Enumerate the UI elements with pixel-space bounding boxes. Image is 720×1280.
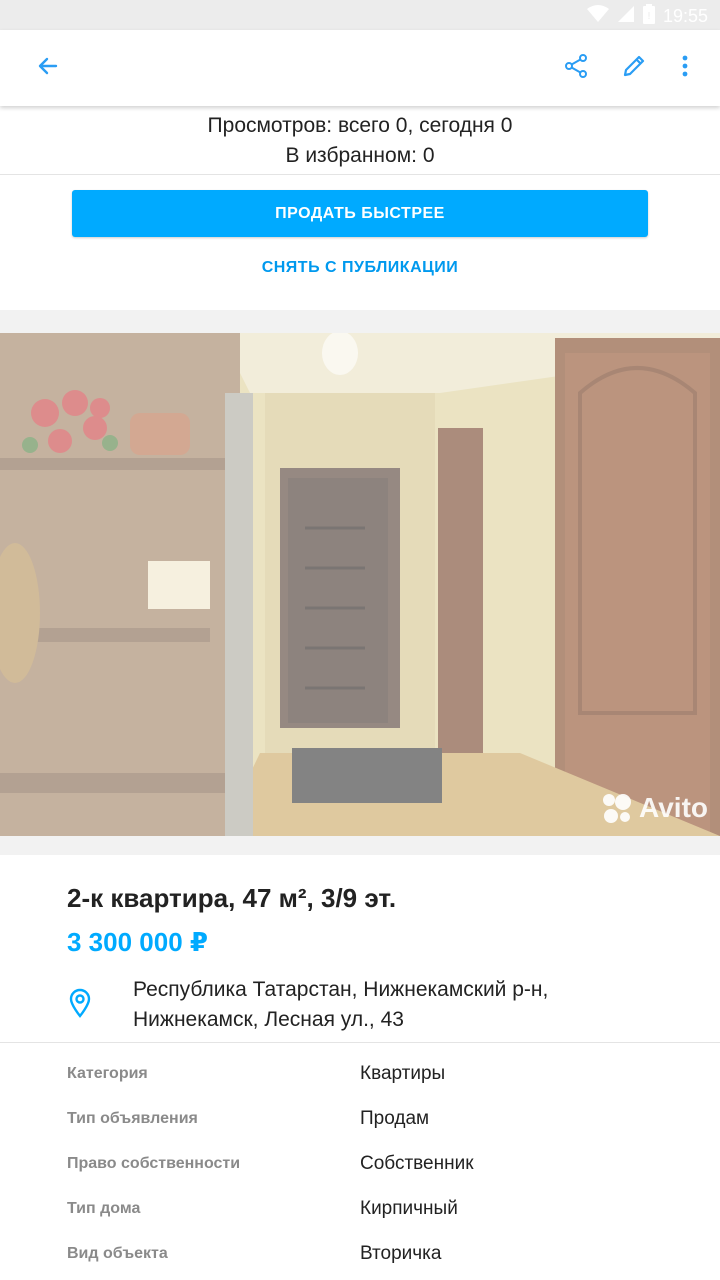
param-value: Квартиры xyxy=(360,1063,446,1084)
svg-text:!: ! xyxy=(647,11,651,22)
share-button[interactable] xyxy=(556,48,596,88)
listing-title: 2-к квартира, 47 м², 3/9 эт. xyxy=(67,883,397,913)
param-key: Тип дома xyxy=(67,1200,141,1217)
wifi-icon xyxy=(586,5,609,28)
views-count: Просмотров: всего 0, сегодня 0 xyxy=(207,114,513,137)
param-row: Тип дома Кирпичный xyxy=(0,1188,720,1233)
more-vert-icon xyxy=(681,55,689,82)
listing-actions: ПРОДАТЬ БЫСТРЕЕ СНЯТЬ С ПУБЛИКАЦИИ xyxy=(0,175,720,310)
param-value: Продам xyxy=(360,1108,430,1129)
photo-fade xyxy=(0,333,720,836)
favorites-count: В избранном: 0 xyxy=(285,144,435,167)
address-line-1: Республика Татарстан, Нижнекамский р-н, xyxy=(133,978,549,1001)
listing-price: 3 300 000 ₽ xyxy=(67,927,208,957)
watermark-text: Avito xyxy=(639,792,708,823)
address-line-2: Нижнекамск, Лесная ул., 43 xyxy=(133,1008,404,1031)
param-row: Вид объекта Вторичка xyxy=(0,1233,720,1278)
battery-icon: ! xyxy=(642,4,655,29)
divider xyxy=(0,1042,720,1043)
signal-icon xyxy=(617,5,635,28)
location-pin-icon xyxy=(68,988,92,1023)
edit-button[interactable] xyxy=(614,48,654,88)
param-row: Категория Квартиры xyxy=(0,1053,720,1098)
param-row: Тип объявления Продам xyxy=(0,1098,720,1143)
param-key: Вид объекта xyxy=(67,1245,168,1262)
status-bar: ! 19:55 xyxy=(0,0,720,30)
avito-logo-icon xyxy=(601,792,633,824)
more-button[interactable] xyxy=(665,48,705,88)
sell-faster-button[interactable]: ПРОДАТЬ БЫСТРЕЕ xyxy=(72,190,648,237)
back-button[interactable] xyxy=(28,48,68,88)
param-value: Вторичка xyxy=(360,1243,442,1264)
share-icon xyxy=(563,53,589,84)
param-key: Категория xyxy=(67,1065,148,1082)
listing-address[interactable]: Республика Татарстан, Нижнекамский р-н, … xyxy=(133,975,693,1035)
param-row: Право собственности Собственник xyxy=(0,1143,720,1188)
listing-details: 2-к квартира, 47 м², 3/9 эт. 3 300 000 ₽… xyxy=(0,855,720,1280)
status-time: 19:55 xyxy=(662,6,708,26)
avito-watermark: Avito xyxy=(601,792,708,824)
app-bar xyxy=(0,30,720,106)
param-key: Право собственности xyxy=(67,1155,241,1172)
listing-photo[interactable]: Avito xyxy=(0,333,720,836)
unpublish-button[interactable]: СНЯТЬ С ПУБЛИКАЦИИ xyxy=(0,259,720,277)
listing-stats: Просмотров: всего 0, сегодня 0 В избранн… xyxy=(0,106,720,174)
pencil-icon xyxy=(621,53,647,84)
arrow-left-icon xyxy=(36,54,60,83)
param-value: Кирпичный xyxy=(360,1198,458,1219)
param-value: Собственник xyxy=(360,1153,474,1174)
param-key: Тип объявления xyxy=(67,1110,198,1127)
